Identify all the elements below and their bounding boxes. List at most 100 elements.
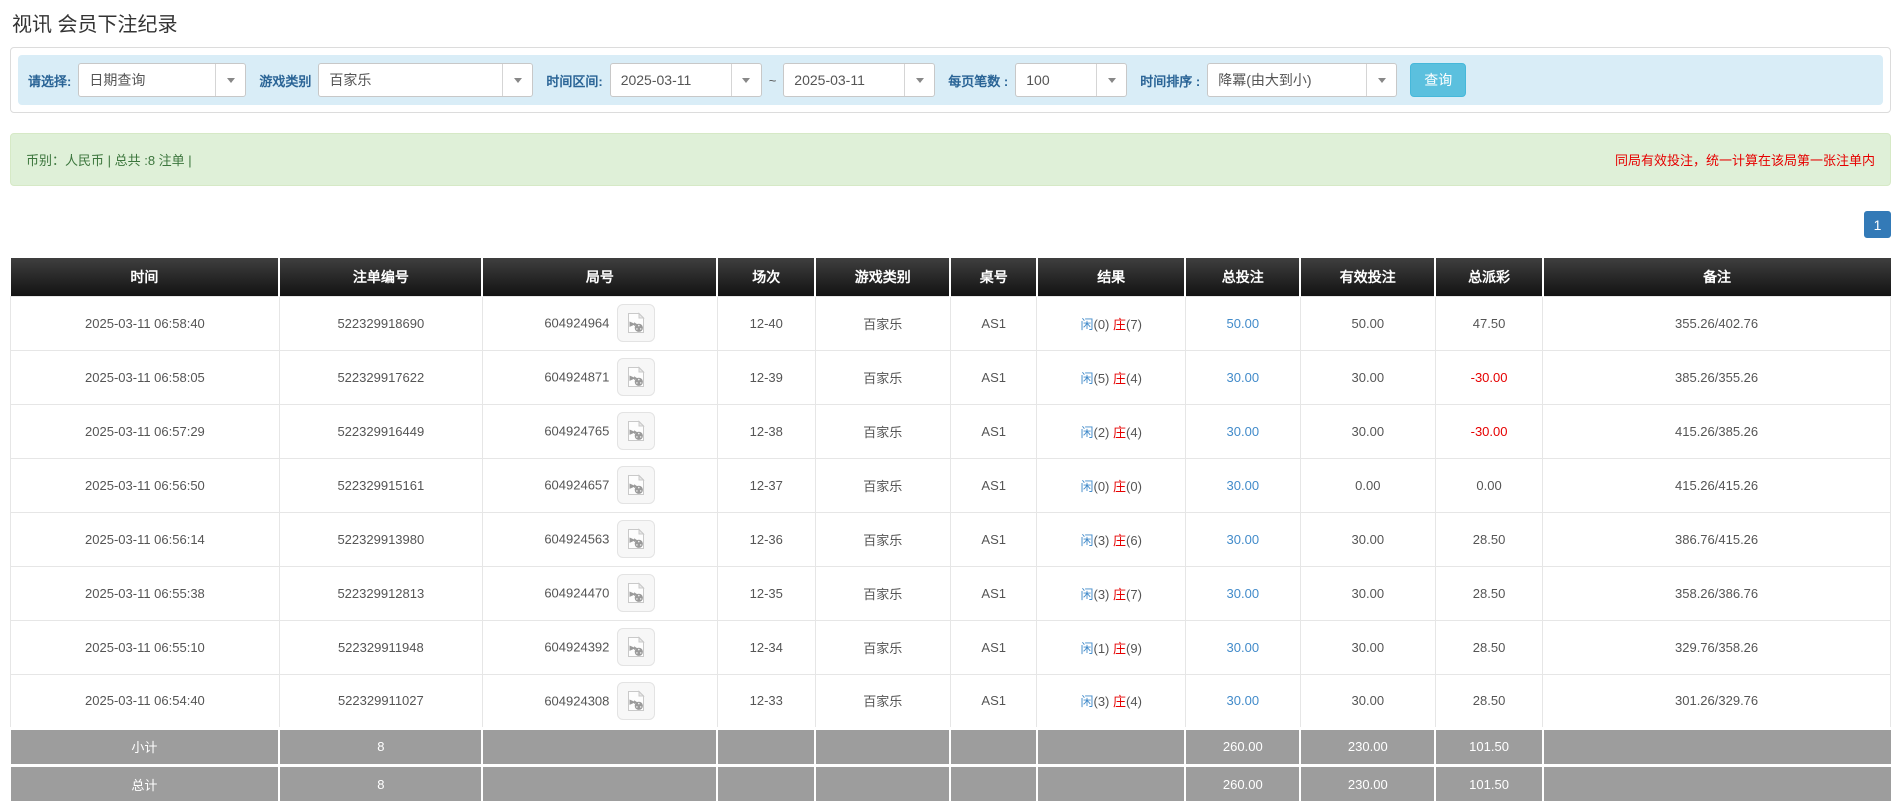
round-cell: 604924964 [481,295,718,351]
table-row: 2025-03-11 06:56:14 522329913980 604924563… [10,511,1891,567]
game-type-group: 游戏类别 百家乐 [259,63,534,97]
player-result-score: (1) [1093,640,1113,656]
date-to-input[interactable]: 2025-03-11 [783,63,936,97]
round-number: 604924657 [544,477,610,493]
summary-cell [482,763,719,801]
chevron-down-icon [730,64,761,96]
date-range-separator: ~ [768,72,777,88]
bet-table-body: 2025-03-11 06:58:40 522329918690 604924964… [10,295,1891,729]
summary-cell: 8 [279,726,484,765]
total-bet-link[interactable]: 30.00 [1227,640,1260,655]
date-to-value: 2025-03-11 [794,72,865,88]
player-result-label: 闲 [1080,640,1094,656]
session-cell: 12-36 [716,511,816,567]
page-title: 视讯 会员下注纪录 [12,14,178,36]
banker-result-score: (7) [1126,316,1142,332]
round-number: 604924392 [544,639,610,655]
summary-cell [1542,726,1891,765]
page-button-1[interactable]: 1 [1864,211,1891,238]
round-cell: 604924308 [481,673,718,729]
summary-cell [1036,763,1187,801]
summary-cell [482,726,719,765]
video-record-button[interactable] [617,628,656,666]
summary-cell [1542,763,1891,801]
bet-id-cell: 522329911027 [278,673,483,729]
filter-panel: 请选择: 日期查询 游戏类别 百家乐 时间区间: 2025-03-11 ~ 20… [10,47,1891,113]
banker-result-score: (4) [1126,424,1142,440]
date-from-input[interactable]: 2025-03-11 [609,63,762,97]
video-record-button[interactable] [617,466,656,504]
bet-id-cell: 522329913980 [278,511,483,567]
round-cell: 604924470 [481,565,718,621]
valid-bet-cell: 30.00 [1299,403,1436,459]
table-row: 2025-03-11 06:58:05 522329917622 604924871… [10,349,1891,405]
game-type-select[interactable]: 百家乐 [318,63,534,97]
total-bet-link[interactable]: 50.00 [1227,316,1260,331]
banker-result-score: (6) [1126,532,1142,548]
player-result-score: (3) [1093,532,1113,548]
video-record-button[interactable] [617,520,656,558]
result-cell: 闲(0) 庄(7) [1036,295,1186,351]
total-bet-cell: 30.00 [1184,619,1301,675]
summary-cell [815,763,952,801]
banker-result-label: 庄 [1113,694,1127,709]
bet-id-cell: 522329916449 [278,403,483,459]
game-type-cell: 百家乐 [814,565,951,621]
bet-time-cell: 2025-03-11 06:58:40 [10,295,280,351]
summary-cell: 101.50 [1435,726,1544,765]
chevron-down-icon [502,64,532,96]
header-game-type: 游戏类别 [815,258,952,296]
query-type-group: 请选择: 日期查询 [28,63,247,97]
game-type-cell: 百家乐 [814,457,951,513]
banker-result-score: (4) [1126,694,1142,709]
game-type-cell: 百家乐 [814,349,951,405]
sort-select[interactable]: 降冪(由大到小) [1207,63,1398,97]
query-type-select[interactable]: 日期查询 [78,63,247,97]
video-record-button[interactable] [617,358,656,396]
round-number: 604924563 [544,531,610,547]
summary-cell [950,763,1038,801]
payout-cell: -30.00 [1434,403,1544,459]
total-bet-link[interactable]: 30.00 [1227,532,1260,547]
payout-cell: 0.00 [1434,457,1544,513]
player-result-label: 闲 [1080,586,1094,602]
total-bet-link[interactable]: 30.00 [1227,370,1260,385]
header-time: 时间 [10,258,281,296]
payout-cell: 47.50 [1434,295,1544,351]
total-bet-link[interactable]: 30.00 [1227,478,1260,493]
remark-cell: 329.76/358.26 [1542,619,1891,675]
table-row: 2025-03-11 06:56:50 522329915161 604924657… [10,457,1891,513]
query-type-value: 日期查询 [89,72,146,88]
total-bet-link[interactable]: 30.00 [1227,693,1260,708]
video-file-icon [628,582,646,603]
table-no-cell: AS1 [949,511,1038,567]
video-file-icon [628,474,646,495]
total-bet-link[interactable]: 30.00 [1227,586,1260,601]
search-button[interactable]: 查询 [1410,63,1467,97]
bet-id-cell: 522329915161 [278,457,483,513]
table-no-cell: AS1 [949,349,1038,405]
video-record-button[interactable] [617,574,656,612]
round-number: 604924308 [544,693,610,708]
bet-time-cell: 2025-03-11 06:55:38 [10,565,280,621]
bet-time-cell: 2025-03-11 06:57:29 [10,403,280,459]
page-size-select[interactable]: 100 [1015,63,1128,97]
remark-cell: 385.26/355.26 [1542,349,1891,405]
sort-group: 时间排序 : 降冪(由大到小) [1140,63,1398,97]
payout-cell: 28.50 [1434,673,1544,729]
game-type-cell: 百家乐 [814,673,951,729]
bet-id-cell: 522329917622 [278,349,483,405]
video-record-button[interactable] [617,304,656,342]
remark-cell: 358.26/386.76 [1542,565,1891,621]
video-record-button[interactable] [617,412,656,450]
valid-bet-cell: 30.00 [1299,673,1436,729]
player-result-score: (3) [1093,586,1113,602]
valid-bet-cell: 30.00 [1299,565,1436,621]
banker-result-score: (4) [1126,370,1142,386]
summary-cell: 260.00 [1185,726,1302,765]
video-record-button[interactable] [617,681,656,720]
total-bet-cell: 30.00 [1184,673,1301,729]
sort-value: 降冪(由大到小) [1218,72,1312,88]
total-bet-link[interactable]: 30.00 [1227,424,1260,439]
sort-label: 时间排序 : [1140,73,1201,89]
